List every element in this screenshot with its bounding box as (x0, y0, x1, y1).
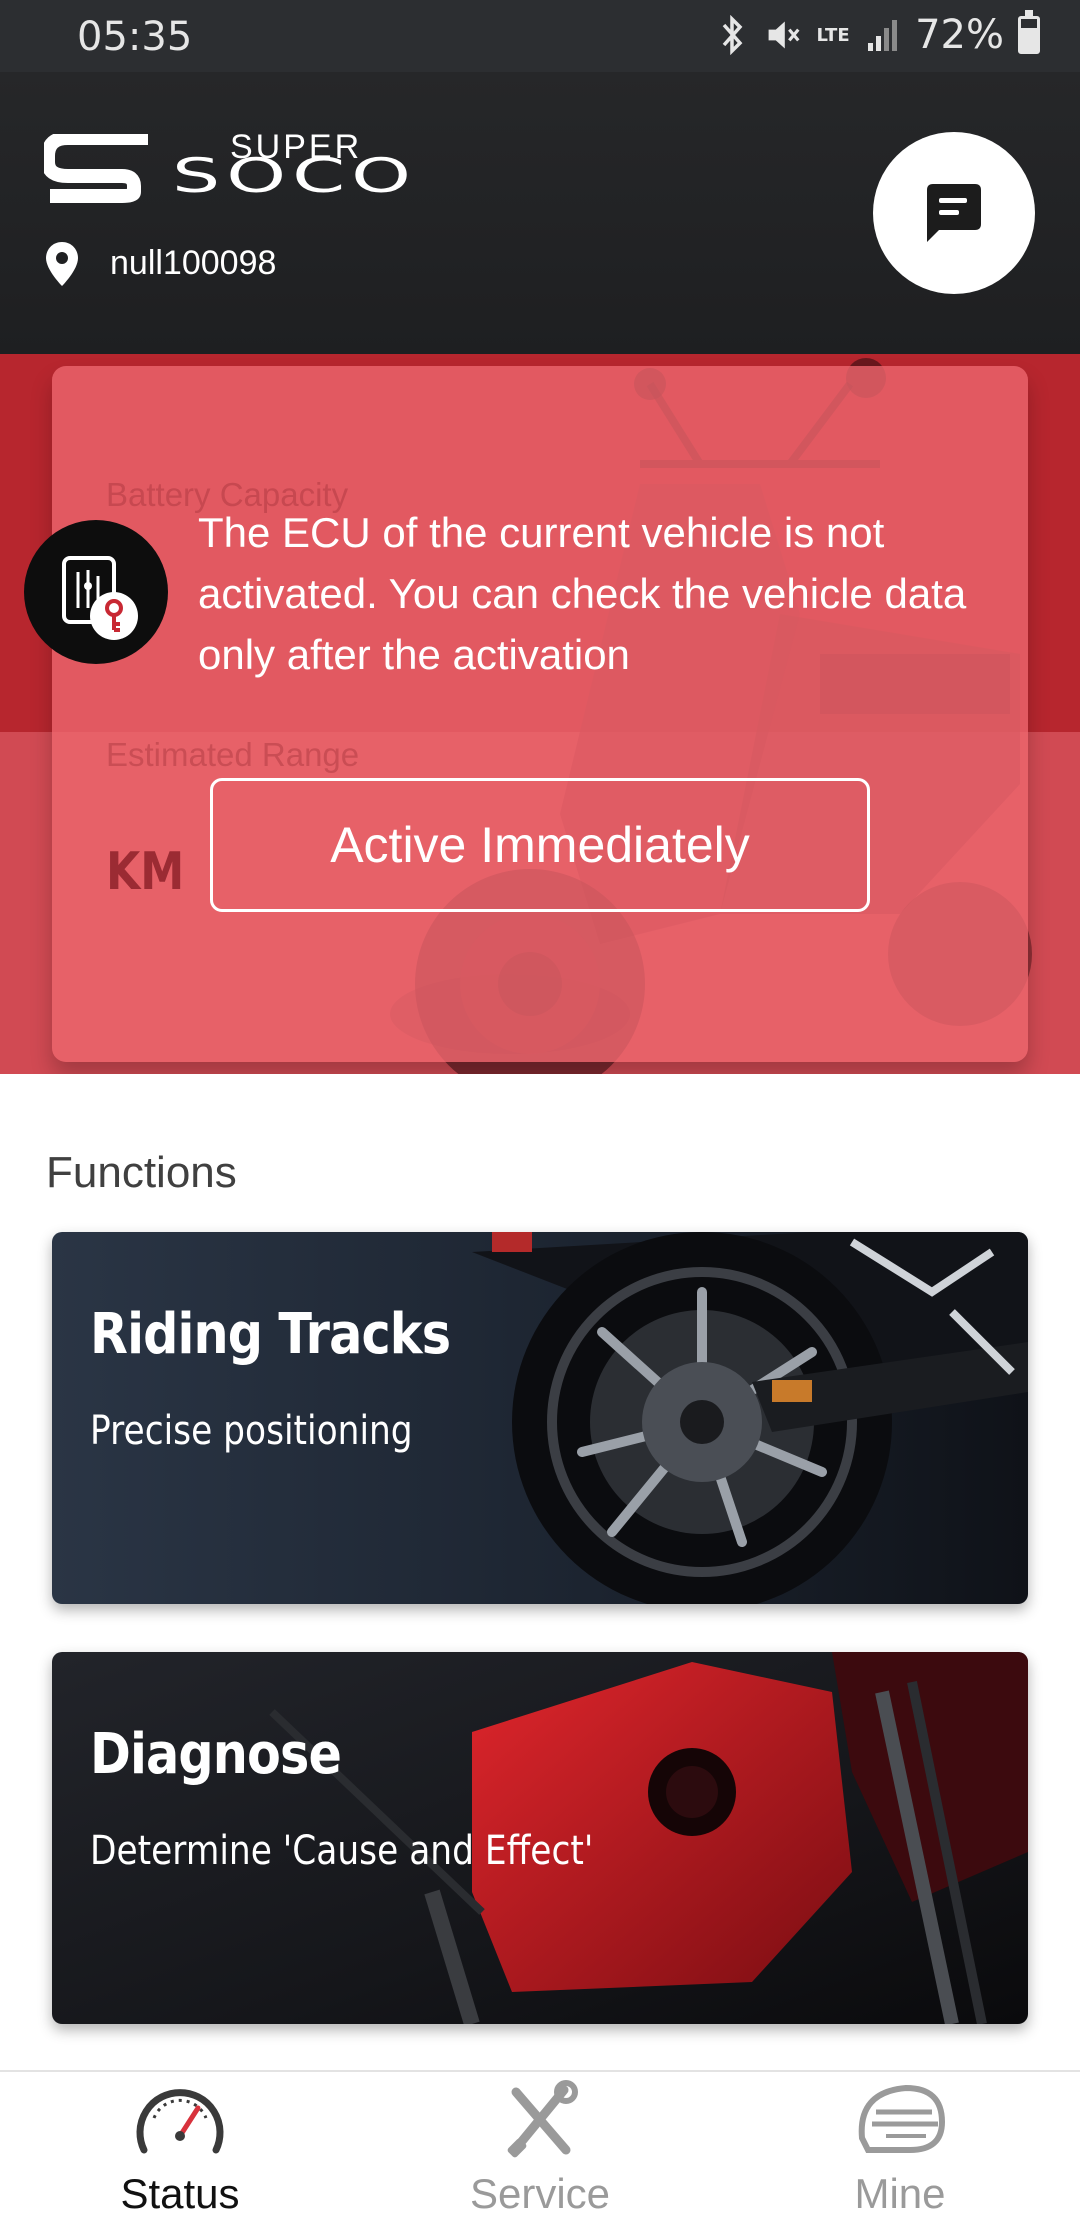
riding-tracks-card[interactable]: Riding Tracks Precise positioning (52, 1232, 1028, 1604)
estimated-range-label: Estimated Range (106, 736, 360, 773)
bluetooth-icon (715, 13, 751, 57)
vehicle-data-card: Battery Capacity Estimated Range KM (52, 366, 1028, 1062)
card-subtitle: Determine 'Cause and Effect' (90, 1828, 594, 1874)
status-bar: 05:35 LTE 72% (0, 0, 1080, 72)
battery-percent: 72% (915, 12, 1004, 58)
bottom-tab-bar: Status Service Mine (0, 2070, 1080, 2220)
signal-icon (865, 13, 901, 57)
tab-mine[interactable]: Mine (720, 2072, 1080, 2220)
tools-icon (507, 2080, 578, 2158)
battery-icon (1018, 10, 1040, 54)
message-icon (927, 184, 981, 242)
helmet-icon (858, 2084, 946, 2153)
card-subtitle: Precise positioning (90, 1408, 413, 1454)
logo-soco-text: SOCO (172, 148, 417, 204)
ecu-key-icon (24, 520, 168, 664)
range-unit: KM (106, 842, 185, 902)
speedometer-icon (136, 2089, 224, 2154)
tab-label: Service (469, 2170, 611, 2217)
super-soco-logo: SUPER SOCO (44, 128, 424, 214)
message-button[interactable] (873, 132, 1035, 294)
app-header: SUPER SOCO null100098 (0, 72, 1080, 354)
battery-fill (1021, 27, 1037, 51)
status-icons: LTE 72% (715, 10, 1040, 58)
logo-mark-icon (44, 134, 148, 203)
network-type: LTE (816, 24, 850, 46)
functions-title: Functions (46, 1148, 237, 1197)
location-pin-icon (46, 242, 78, 286)
tab-label: Mine (854, 2170, 946, 2217)
vehicle-status-section: Battery Capacity Estimated Range KM The … (0, 354, 1080, 1074)
status-time: 05:35 (77, 14, 193, 60)
tab-status[interactable]: Status (0, 2072, 360, 2220)
diagnose-card[interactable]: Diagnose Determine 'Cause and Effect' (52, 1652, 1028, 2024)
vehicle-location[interactable]: null100098 (110, 244, 276, 283)
tab-service[interactable]: Service (360, 2072, 720, 2220)
card-title: Diagnose (90, 1722, 342, 1787)
card-title: Riding Tracks (90, 1302, 451, 1367)
lte-icon: LTE (815, 13, 851, 57)
activate-button[interactable]: Active Immediately (210, 778, 870, 912)
mute-icon (765, 13, 801, 57)
ecu-not-activated-message: The ECU of the current vehicle is not ac… (198, 509, 967, 678)
tab-label: Status (120, 2170, 240, 2217)
